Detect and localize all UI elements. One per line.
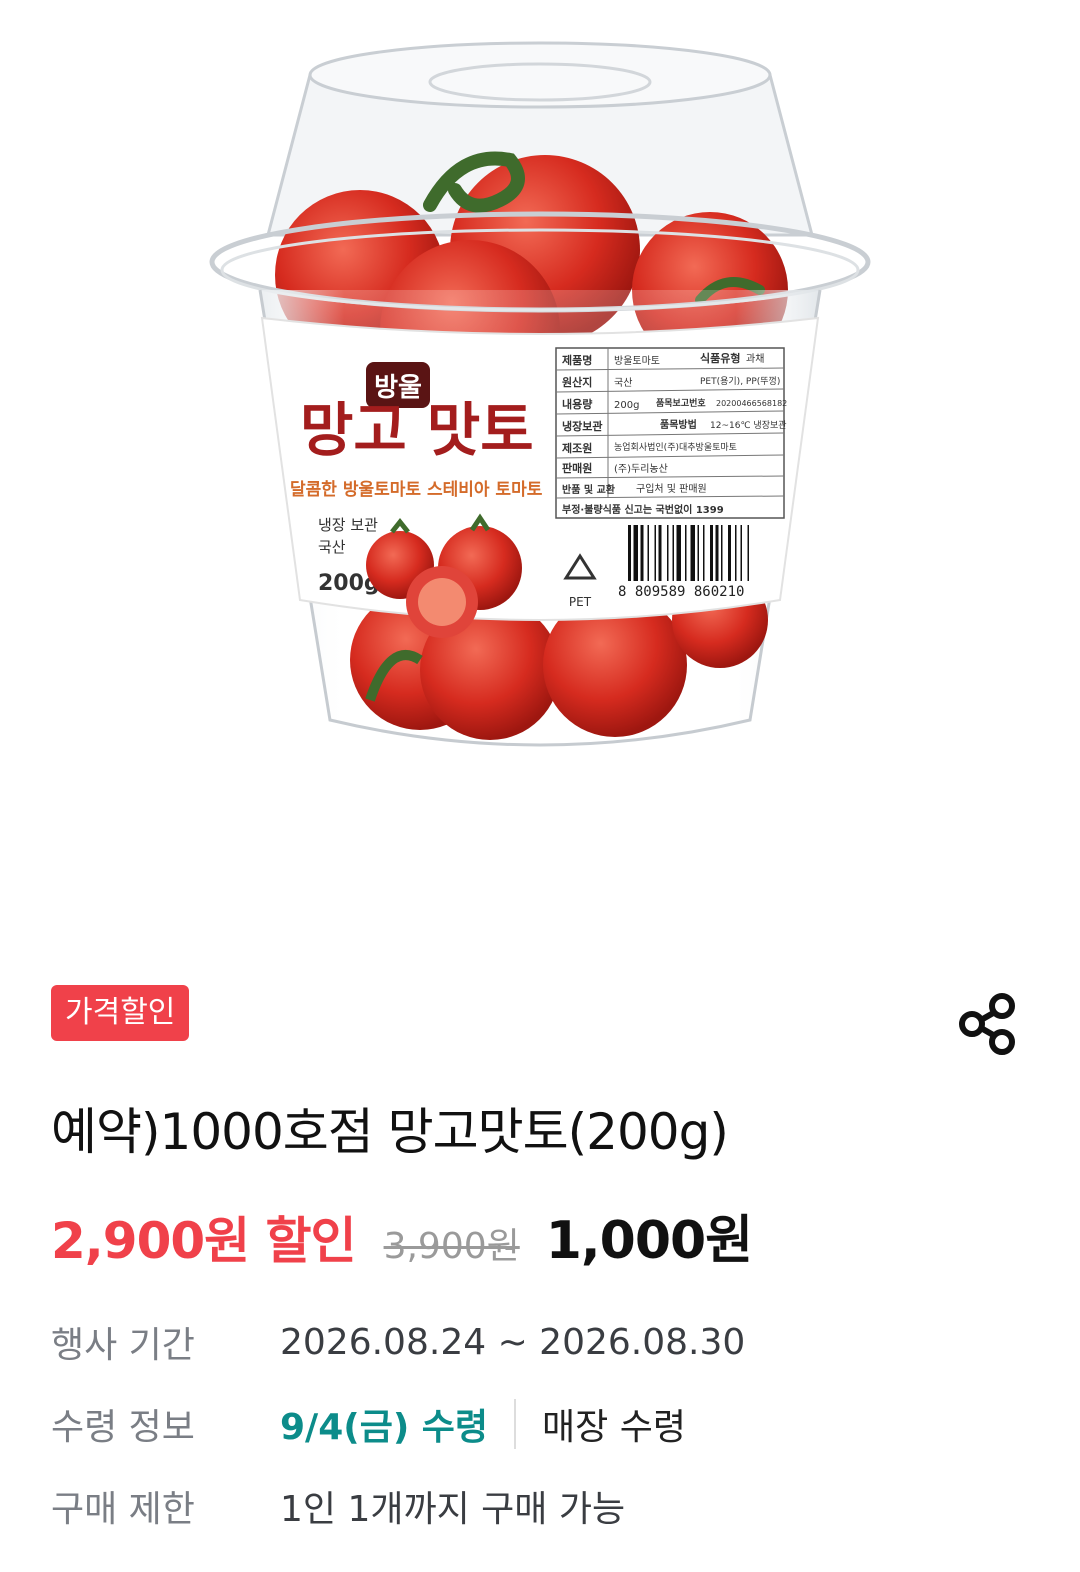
purchase-limit-value: 1인 1개까지 구매 가능 [280,1489,626,1530]
svg-text:과채: 과채 [746,353,764,365]
svg-text:품목방법: 품목방법 [660,418,697,431]
svg-text:국산: 국산 [318,538,346,556]
svg-text:(주)두리농산: (주)두리농산 [614,463,668,475]
event-period-label: 행사 기간 [51,1325,195,1366]
product-detail-page: 방울 망고 맛토 달콤한 방울토마토 스테비아 토마토 냉장 보관 국산 200… [0,0,1080,1572]
svg-text:부정·불량식품 신고는 국번없이 1399: 부정·불량식품 신고는 국번없이 1399 [562,503,724,516]
svg-text:8 809589 860210: 8 809589 860210 [618,584,744,600]
svg-text:냉장보관: 냉장보관 [562,419,602,433]
product-image[interactable]: 방울 망고 맛토 달콤한 방울토마토 스테비아 토마토 냉장 보관 국산 200… [0,0,1080,940]
pickup-info-row: 수령 정보 9/4(금) 수령 매장 수령 [51,1394,686,1454]
svg-text:농업회사법인(주)대추방울토마토: 농업회사법인(주)대추방울토마토 [614,442,737,453]
discount-amount: 2,900원 할인 [51,1212,357,1270]
svg-text:PET: PET [569,595,592,609]
svg-text:내용량: 내용량 [562,397,592,411]
svg-text:구입처 및 판매원: 구입처 및 판매원 [636,482,707,495]
svg-text:달콤한 방울토마토 스테비아 토마토: 달콤한 방울토마토 스테비아 토마토 [290,479,543,500]
svg-text:식품유형: 식품유형 [700,351,740,365]
original-price: 3,900원 [383,1226,520,1267]
pickup-date: 9/4(금) 수령 [280,1407,489,1448]
event-period-row: 행사 기간 2026.08.24 ~ 2026.08.30 [51,1312,745,1372]
svg-text:20200466568182: 20200466568182 [716,399,787,408]
svg-text:200g: 200g [614,400,639,411]
svg-text:반품 및 교환: 반품 및 교환 [562,483,616,496]
share-icon [959,993,1015,1055]
pickup-place: 매장 수령 [542,1407,686,1448]
svg-text:제품명: 제품명 [562,353,592,367]
svg-text:판매원: 판매원 [562,461,592,475]
share-button[interactable] [952,988,1024,1060]
product-title: 예약)1000호점 망고맛토(200g) [51,1103,729,1161]
pickup-info-label: 수령 정보 [51,1407,195,1448]
svg-text:PET(용기), PP(뚜껑): PET(용기), PP(뚜껑) [700,375,780,387]
price-discount-badge: 가격할인 [51,985,190,1041]
divider [514,1399,517,1449]
price-row: 2,900원 할인 3,900원 1,000원 [51,1198,753,1271]
svg-text:방울토마토: 방울토마토 [614,355,660,367]
svg-text:제조원: 제조원 [562,441,592,455]
svg-text:망고 맛토: 망고 맛토 [300,396,534,464]
svg-text:원산지: 원산지 [562,375,592,389]
purchase-limit-label: 구매 제한 [51,1489,195,1530]
svg-text:국산: 국산 [614,377,632,389]
purchase-limit-row: 구매 제한 1인 1개까지 구매 가능 [51,1476,625,1536]
event-period-value: 2026.08.24 ~ 2026.08.30 [280,1321,746,1363]
final-price: 1,000원 [545,1211,753,1271]
tomato-container-illustration: 방울 망고 맛토 달콤한 방울토마토 스테비아 토마토 냉장 보관 국산 200… [209,41,871,747]
svg-text:12~16℃ 냉장보관: 12~16℃ 냉장보관 [710,420,787,431]
svg-text:품목보고번호: 품목보고번호 [656,397,706,409]
svg-text:냉장 보관: 냉장 보관 [318,516,378,534]
